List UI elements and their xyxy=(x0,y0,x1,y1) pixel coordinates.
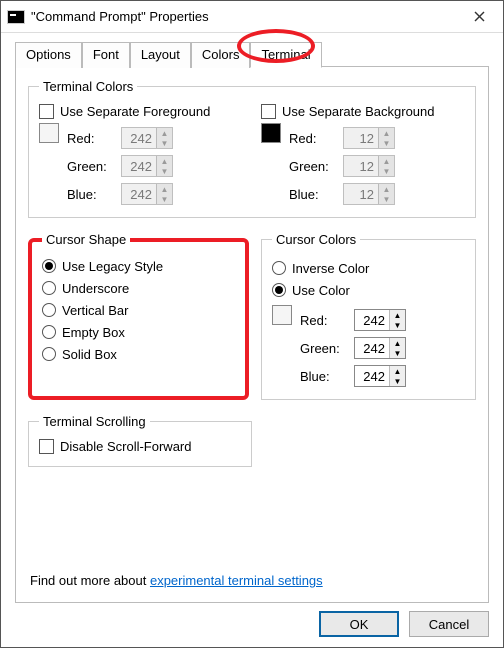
swatch-foreground[interactable] xyxy=(39,123,59,143)
label-bg-green: Green: xyxy=(289,159,343,174)
label-cursor-solid-box: Solid Box xyxy=(62,347,117,362)
label-disable-scroll-forward: Disable Scroll-Forward xyxy=(60,439,191,454)
spin-fg-blue[interactable]: 242 ▲▼ xyxy=(121,183,173,205)
link-experimental-settings[interactable]: experimental terminal settings xyxy=(150,573,323,588)
spin-down-icon[interactable]: ▼ xyxy=(157,194,172,204)
spin-down-icon[interactable]: ▼ xyxy=(390,348,405,358)
checkbox-use-separate-foreground[interactable] xyxy=(39,104,54,119)
label-cc-red: Red: xyxy=(300,313,354,328)
spin-up-icon[interactable]: ▲ xyxy=(379,184,394,194)
legend-terminal-scrolling: Terminal Scrolling xyxy=(39,414,150,429)
tab-font[interactable]: Font xyxy=(82,42,130,68)
spin-down-icon[interactable]: ▼ xyxy=(157,166,172,176)
legend-terminal-colors: Terminal Colors xyxy=(39,79,137,94)
radio-cursor-underscore[interactable] xyxy=(42,281,56,295)
swatch-cursor-color[interactable] xyxy=(272,305,292,325)
group-cursor-colors: Cursor Colors Inverse Color Use Color Re… xyxy=(261,232,476,400)
app-icon xyxy=(7,10,25,24)
spin-up-icon[interactable]: ▲ xyxy=(390,366,405,376)
tab-panel-terminal: Terminal Colors Use Separate Foreground … xyxy=(15,66,489,603)
properties-window: "Command Prompt" Properties Options Font… xyxy=(0,0,504,648)
radio-inverse-color[interactable] xyxy=(272,261,286,275)
group-cursor-shape: Cursor Shape Use Legacy Style Underscore… xyxy=(28,232,249,400)
checkbox-use-separate-background[interactable] xyxy=(261,104,276,119)
spin-fg-red[interactable]: 242 ▲▼ xyxy=(121,127,173,149)
legend-cursor-shape: Cursor Shape xyxy=(42,232,130,247)
spin-down-icon[interactable]: ▼ xyxy=(157,138,172,148)
label-fg-red: Red: xyxy=(67,131,121,146)
group-terminal-colors: Terminal Colors Use Separate Foreground … xyxy=(28,79,476,218)
checkbox-disable-scroll-forward[interactable] xyxy=(39,439,54,454)
label-inverse-color: Inverse Color xyxy=(292,261,369,276)
spin-fg-green[interactable]: 242 ▲▼ xyxy=(121,155,173,177)
label-bg-blue: Blue: xyxy=(289,187,343,202)
radio-cursor-legacy[interactable] xyxy=(42,259,56,273)
window-title: "Command Prompt" Properties xyxy=(31,9,459,24)
spin-up-icon[interactable]: ▲ xyxy=(157,156,172,166)
spin-down-icon[interactable]: ▼ xyxy=(390,376,405,386)
spin-up-icon[interactable]: ▲ xyxy=(379,156,394,166)
radio-cursor-empty-box[interactable] xyxy=(42,325,56,339)
titlebar[interactable]: "Command Prompt" Properties xyxy=(1,1,503,33)
spin-cc-blue[interactable]: 242 ▲▼ xyxy=(354,365,406,387)
spin-up-icon[interactable]: ▲ xyxy=(390,310,405,320)
radio-cursor-solid-box[interactable] xyxy=(42,347,56,361)
spin-cc-green[interactable]: 242 ▲▼ xyxy=(354,337,406,359)
spin-up-icon[interactable]: ▲ xyxy=(390,338,405,348)
spin-down-icon[interactable]: ▼ xyxy=(379,194,394,204)
label-use-separate-foreground: Use Separate Foreground xyxy=(60,104,210,119)
spin-bg-red[interactable]: 12 ▲▼ xyxy=(343,127,395,149)
label-cc-blue: Blue: xyxy=(300,369,354,384)
tab-options[interactable]: Options xyxy=(15,42,82,68)
label-cursor-empty-box: Empty Box xyxy=(62,325,125,340)
label-use-color: Use Color xyxy=(292,283,350,298)
label-use-separate-background: Use Separate Background xyxy=(282,104,434,119)
label-fg-green: Green: xyxy=(67,159,121,174)
tab-colors[interactable]: Colors xyxy=(191,42,251,68)
spin-bg-blue[interactable]: 12 ▲▼ xyxy=(343,183,395,205)
label-cursor-underscore: Underscore xyxy=(62,281,129,296)
label-cc-green: Green: xyxy=(300,341,354,356)
spin-down-icon[interactable]: ▼ xyxy=(379,166,394,176)
label-cursor-legacy: Use Legacy Style xyxy=(62,259,163,274)
label-fg-blue: Blue: xyxy=(67,187,121,202)
spin-down-icon[interactable]: ▼ xyxy=(379,138,394,148)
spin-cc-red[interactable]: 242 ▲▼ xyxy=(354,309,406,331)
spin-up-icon[interactable]: ▲ xyxy=(157,128,172,138)
ok-button[interactable]: OK xyxy=(319,611,399,637)
label-bg-red: Red: xyxy=(289,131,343,146)
cancel-button[interactable]: Cancel xyxy=(409,611,489,637)
label-cursor-vertical: Vertical Bar xyxy=(62,303,128,318)
footer-text: Find out more about experimental termina… xyxy=(28,567,476,592)
close-button[interactable] xyxy=(459,2,499,32)
tab-terminal[interactable]: Terminal xyxy=(250,42,321,68)
group-terminal-scrolling: Terminal Scrolling Disable Scroll-Forwar… xyxy=(28,414,252,467)
spin-up-icon[interactable]: ▲ xyxy=(157,184,172,194)
radio-use-color[interactable] xyxy=(272,283,286,297)
spin-bg-green[interactable]: 12 ▲▼ xyxy=(343,155,395,177)
spin-down-icon[interactable]: ▼ xyxy=(390,320,405,330)
legend-cursor-colors: Cursor Colors xyxy=(272,232,360,247)
spin-up-icon[interactable]: ▲ xyxy=(379,128,394,138)
swatch-background[interactable] xyxy=(261,123,281,143)
radio-cursor-vertical[interactable] xyxy=(42,303,56,317)
tab-layout[interactable]: Layout xyxy=(130,42,191,68)
close-icon xyxy=(474,11,485,22)
tab-strip: Options Font Layout Colors Terminal xyxy=(15,41,489,67)
